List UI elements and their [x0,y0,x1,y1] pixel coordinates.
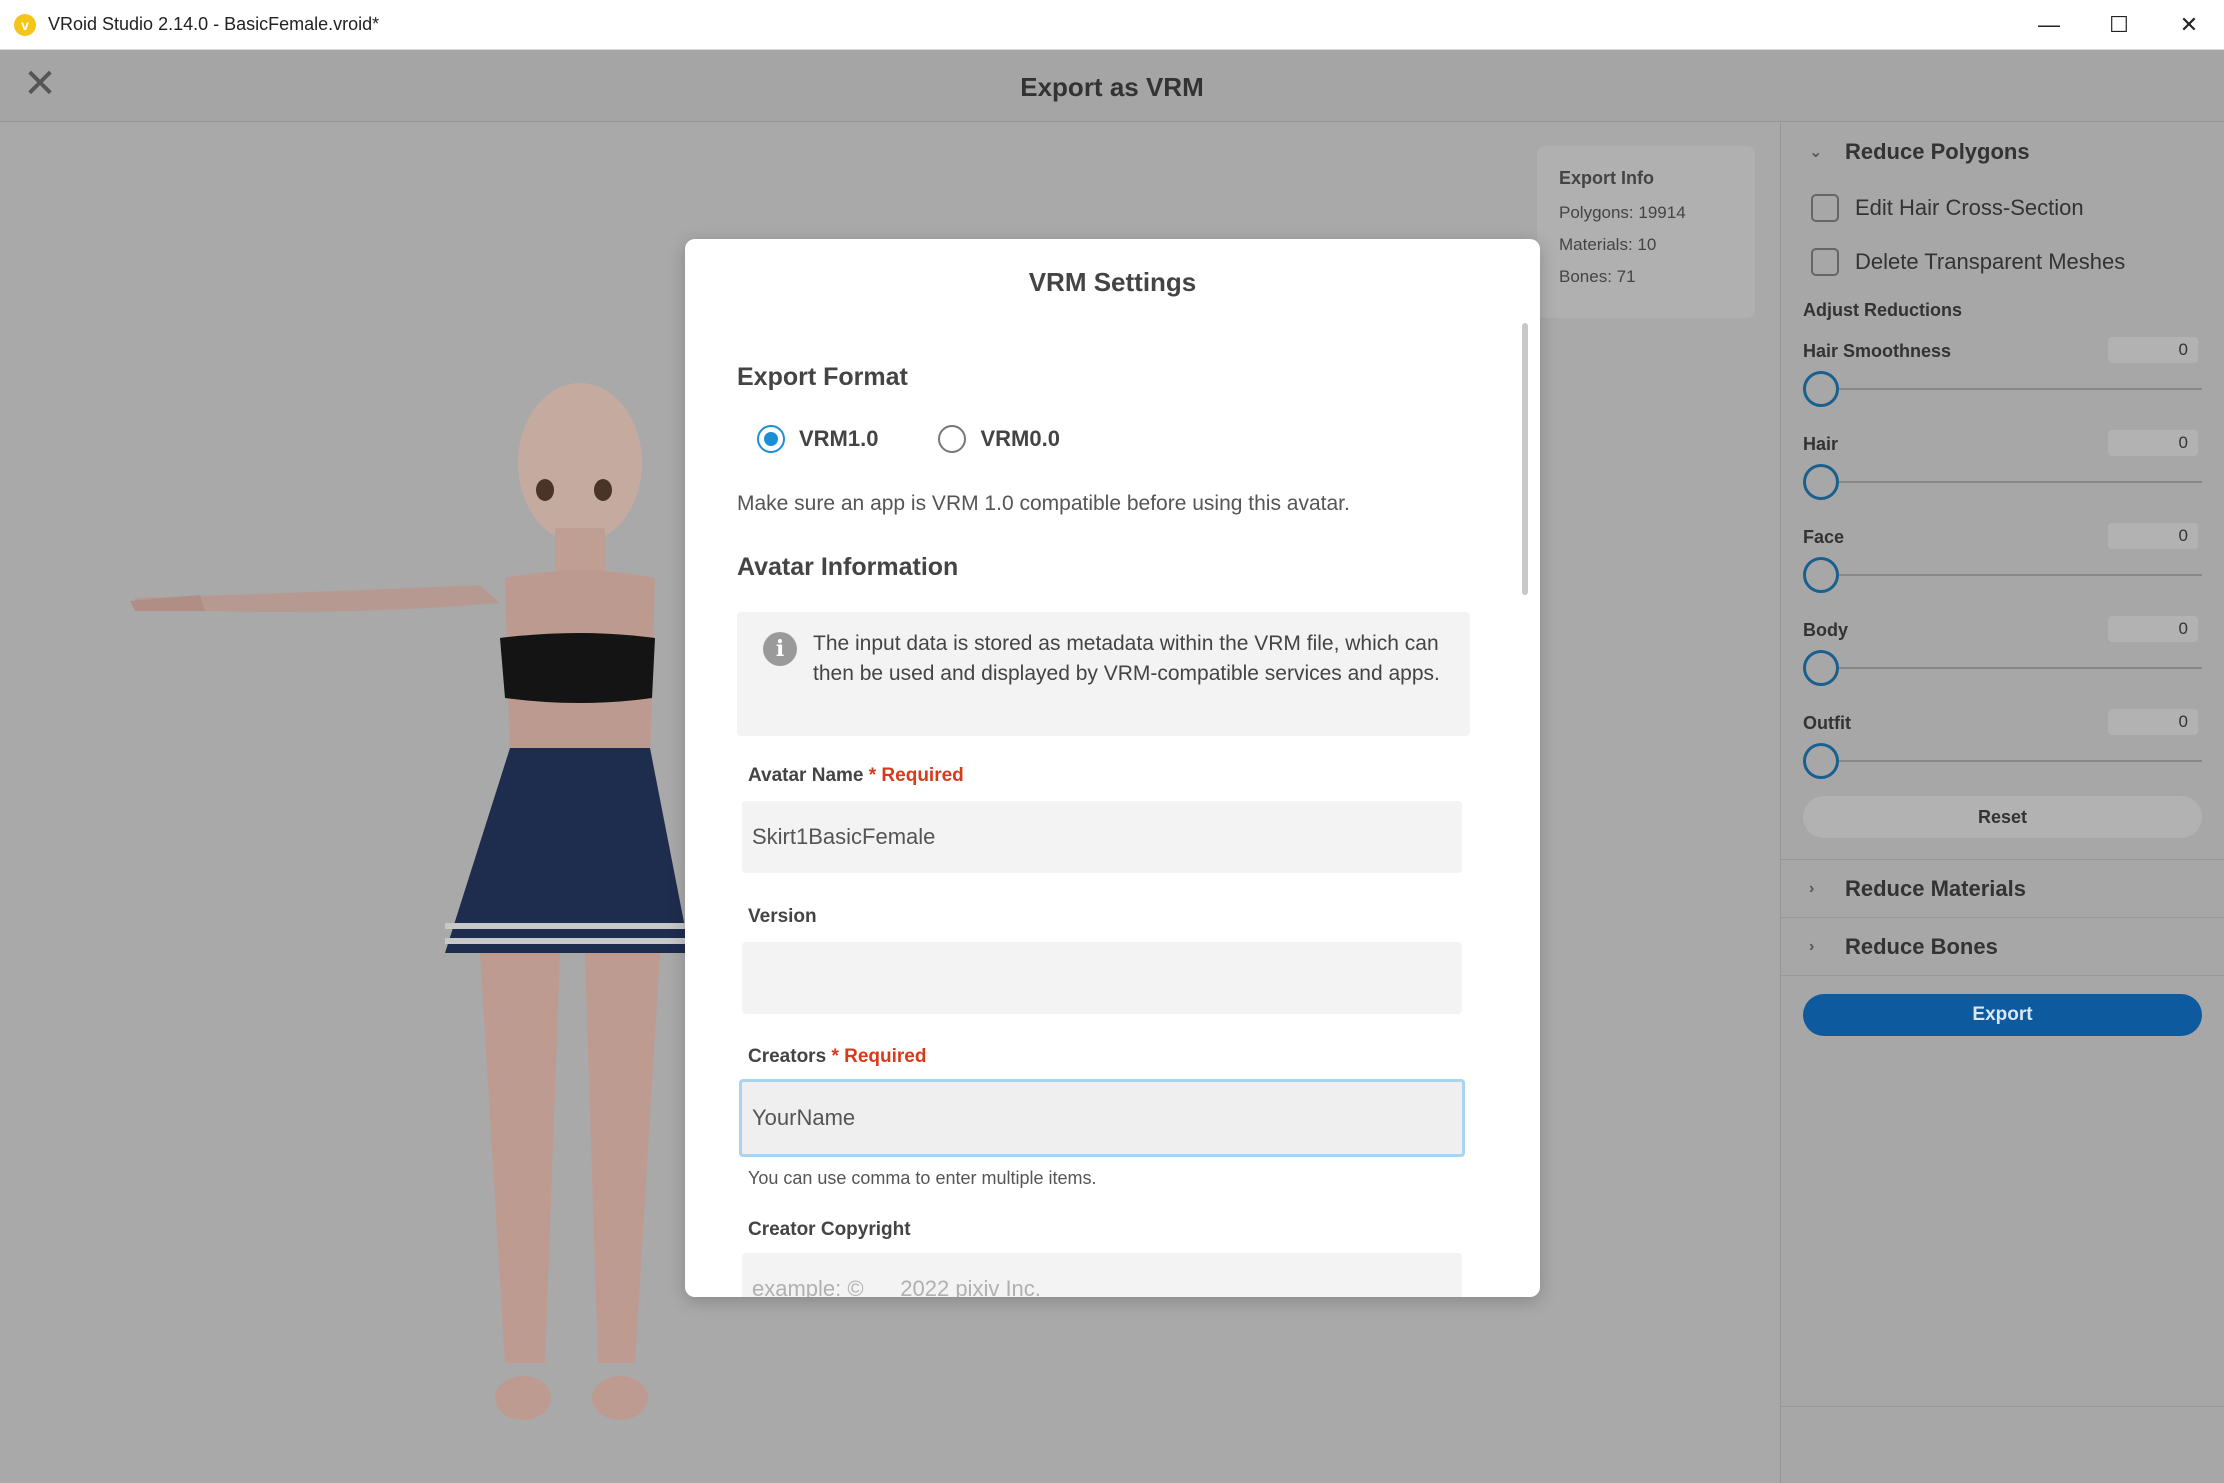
reduce-materials-header[interactable]: › Reduce Materials [1781,860,2224,918]
window-controls: — ☐ ✕ [2014,0,2224,50]
slider-thumb[interactable] [1803,743,1839,779]
info-box: i The input data is stored as metadata w… [737,612,1470,736]
close-window-button[interactable]: ✕ [2154,0,2224,50]
vrm-settings-dialog: VRM Settings Export Format VRM1.0 VRM0.0… [685,239,1540,1297]
hair-smoothness-slider-block: Hair Smoothness 0 [1781,331,2224,424]
slider-track[interactable] [1803,481,2202,483]
vrm10-label: VRM1.0 [799,426,879,451]
slider-track[interactable] [1803,667,2202,669]
slider-track[interactable] [1803,760,2202,762]
polygons-count: Polygons: 19914 [1559,203,1686,222]
export-format-heading: Export Format [737,363,908,391]
slider-value[interactable]: 0 [2108,430,2198,456]
version-input[interactable] [742,942,1462,1014]
slider-value[interactable]: 0 [2108,523,2198,549]
required-marker: * Required [868,765,964,786]
slider-thumb[interactable] [1803,650,1839,686]
delete-transparent-meshes-option[interactable]: Delete Transparent Meshes [1781,235,2224,289]
face-slider-block: Face 0 [1781,517,2224,610]
page-title: Export as VRM [1020,72,1204,102]
chevron-down-icon: ⌄ [1809,144,1823,161]
avatar-name-input[interactable] [742,801,1462,873]
bones-count: Bones: 71 [1559,267,1636,286]
creators-label-text: Creators [748,1046,827,1067]
slider-label: Body [1803,620,1848,640]
slider-label: Face [1803,527,1845,547]
dialog-title: VRM Settings [1028,267,1197,297]
reduction-panel: ⌄ Reduce Polygons Edit Hair Cross-Sectio… [1780,123,2224,1483]
edit-hair-cross-section-checkbox[interactable] [1811,194,1839,222]
delete-transparent-meshes-label: Delete Transparent Meshes [1855,249,2126,274]
export-button[interactable]: Export [1803,994,2202,1036]
slider-value[interactable]: 0 [2108,709,2198,735]
slider-label: Hair [1803,434,1839,454]
avatar-name-label-text: Avatar Name [748,765,864,786]
window-titlebar: v VRoid Studio 2.14.0 - BasicFemale.vroi… [0,0,2224,50]
version-label: Version [748,906,817,927]
vrm00-option[interactable]: VRM0.0 [938,425,1060,453]
avatar-information-heading: Avatar Information [737,553,959,581]
hair-slider-block: Hair 0 [1781,424,2224,517]
slider-label: Hair Smoothness [1803,341,1952,361]
slider-track[interactable] [1803,388,2202,390]
creator-copyright-label: Creator Copyright [748,1219,911,1240]
vrm10-option[interactable]: VRM1.0 [757,425,878,453]
vrm10-radio[interactable] [757,425,785,453]
slider-value[interactable]: 0 [2108,616,2198,642]
required-marker: * Required [831,1046,927,1067]
creators-label: Creators * Required [748,1046,926,1068]
creators-input[interactable] [739,1079,1465,1157]
slider-track[interactable] [1803,574,2202,576]
dialog-scrollbar[interactable] [1522,323,1528,595]
creator-copyright-input[interactable] [742,1253,1462,1297]
divider [1781,838,2224,860]
export-info-card: Export Info Polygons: 19914 Materials: 1… [1537,146,1755,318]
outfit-slider-block: Outfit 0 [1781,703,2224,796]
body-slider-block: Body 0 [1781,610,2224,703]
reduce-bones-header[interactable]: › Reduce Bones [1781,918,2224,976]
materials-count: Materials: 10 [1559,235,1657,254]
slider-thumb[interactable] [1803,557,1839,593]
reduce-polygons-header[interactable]: ⌄ Reduce Polygons [1781,123,2224,181]
reduce-materials-label: Reduce Materials [1845,875,2026,901]
reset-button[interactable]: Reset [1803,796,2202,838]
chevron-right-icon: › [1809,879,1815,897]
slider-label: Outfit [1803,713,1851,733]
info-icon: i [763,632,797,666]
reduce-polygons-label: Reduce Polygons [1845,139,2030,164]
export-format-radio-group: VRM1.0 VRM0.0 [757,425,1120,453]
info-text: The input data is stored as metadata wit… [813,632,1440,685]
maximize-button[interactable]: ☐ [2084,0,2154,50]
chevron-right-icon: › [1809,937,1815,955]
vrm00-label: VRM0.0 [980,426,1060,451]
slider-value[interactable]: 0 [2108,337,2198,363]
window-title: VRoid Studio 2.14.0 - BasicFemale.vroid* [48,14,380,34]
reduce-bones-label: Reduce Bones [1845,933,1998,959]
vroid-logo-icon: v [14,13,36,36]
adjust-reductions-heading: Adjust Reductions [1803,299,1963,320]
creators-helper-text: You can use comma to enter multiple item… [748,1168,1097,1188]
divider [1781,1406,2224,1407]
export-header: ✕ Export as VRM [0,50,2224,122]
edit-hair-cross-section-option[interactable]: Edit Hair Cross-Section [1781,181,2224,235]
minimize-button[interactable]: — [2014,0,2084,50]
delete-transparent-meshes-checkbox[interactable] [1811,248,1839,276]
avatar-name-label: Avatar Name * Required [748,765,964,787]
vrm00-radio[interactable] [938,425,967,453]
slider-thumb[interactable] [1803,371,1839,407]
edit-hair-cross-section-label: Edit Hair Cross-Section [1855,195,2084,220]
slider-thumb[interactable] [1803,464,1839,500]
export-info-title: Export Info [1559,168,1654,188]
compat-note: Make sure an app is VRM 1.0 compatible b… [737,492,1350,515]
